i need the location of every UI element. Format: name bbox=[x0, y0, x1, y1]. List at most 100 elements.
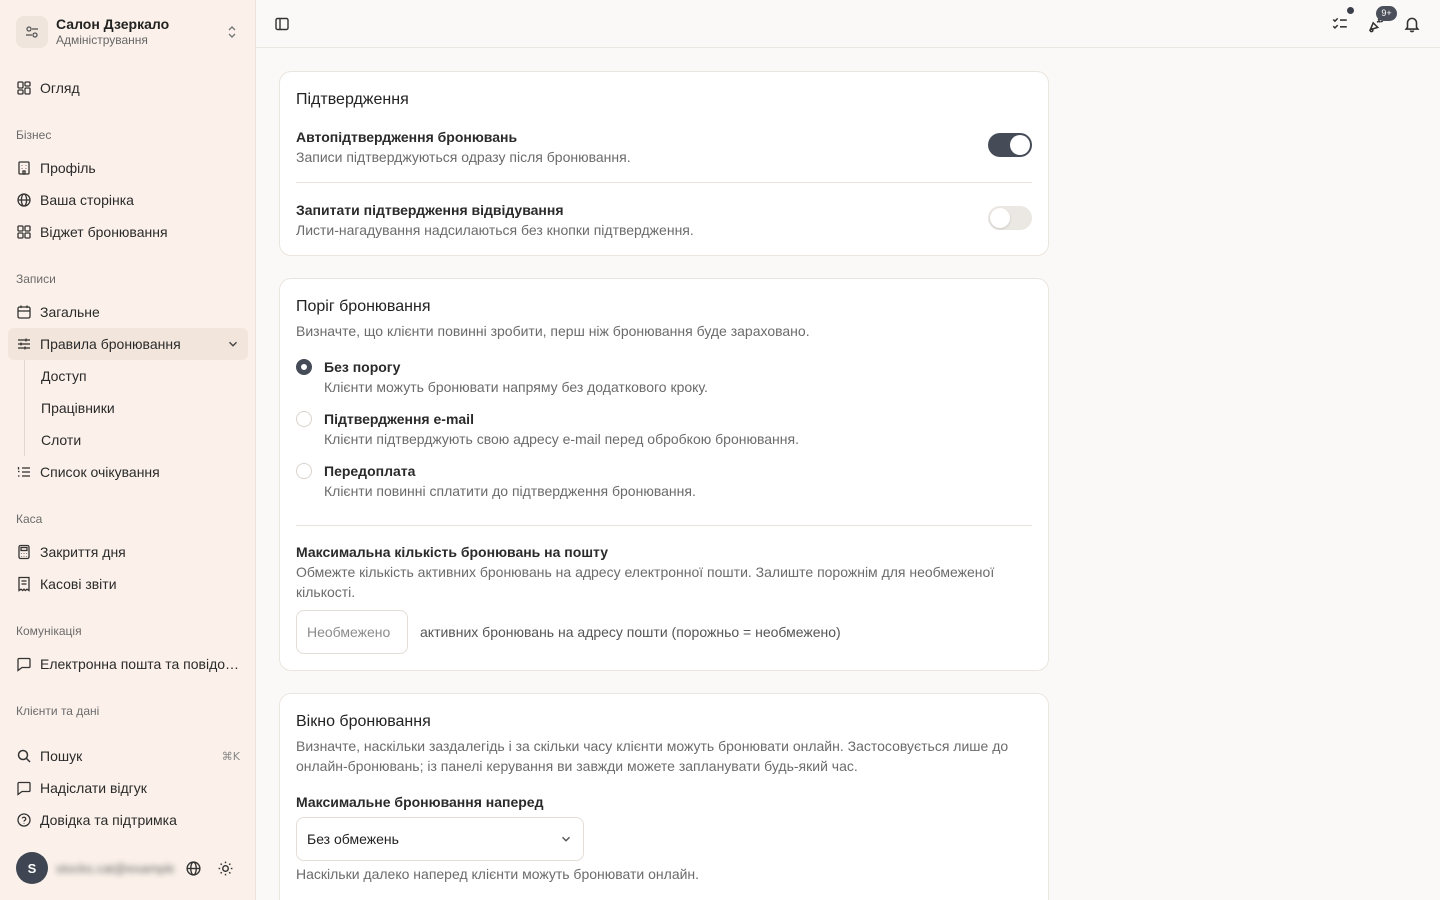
nav-booking-widget[interactable]: Віджет бронювання bbox=[8, 216, 248, 248]
threshold-option-desc: Клієнти можуть бронювати напряму без дод… bbox=[324, 379, 708, 395]
org-role: Адміністрування bbox=[56, 33, 148, 48]
max-per-email-input[interactable] bbox=[296, 610, 408, 654]
divider bbox=[296, 182, 1032, 183]
auto-confirm-title: Автопідтвердження бронювань bbox=[296, 129, 518, 145]
sun-icon[interactable] bbox=[212, 855, 238, 881]
nav-sub-staff[interactable]: Працівники bbox=[32, 392, 232, 424]
max-per-email-desc: Обмежте кількість активних бронювань на … bbox=[296, 564, 995, 600]
max-ahead-value: Без обмежень bbox=[307, 831, 399, 847]
globe-icon bbox=[16, 192, 32, 208]
avatar[interactable]: S bbox=[16, 852, 48, 884]
nav-booking-rules-label: Правила бронювання bbox=[40, 336, 181, 352]
dashboard-icon bbox=[16, 80, 32, 96]
nav-search[interactable]: Пошук ⌘K bbox=[8, 740, 248, 772]
org-logo-icon bbox=[16, 16, 48, 48]
toggle-knob bbox=[1010, 135, 1030, 155]
threshold-option-title[interactable]: Передоплата bbox=[324, 463, 415, 479]
building-icon bbox=[16, 160, 32, 176]
max-ahead-hint: Наскільки далеко наперед клієнти можуть … bbox=[296, 866, 700, 882]
nav-general[interactable]: Загальне bbox=[8, 296, 248, 328]
auto-confirm-desc: Записи підтверджуються одразу після брон… bbox=[296, 149, 631, 165]
nav-your-page[interactable]: Ваша сторінка bbox=[8, 184, 248, 216]
tasks-checklist-icon[interactable] bbox=[1326, 6, 1355, 38]
nav-booking-widget-label: Віджет бронювання bbox=[40, 224, 168, 240]
calculator-icon bbox=[16, 544, 32, 560]
booking-window-desc: Визначте, наскільки заздалегідь і за скі… bbox=[296, 738, 1009, 774]
group-label-cash: Каса bbox=[16, 512, 43, 526]
nav-booking-rules[interactable]: Правила бронювання bbox=[8, 328, 248, 360]
divider bbox=[296, 525, 1032, 526]
chevron-down-icon bbox=[559, 832, 573, 846]
threshold-card: Поріг бронювання Визначте, що клієнти по… bbox=[279, 278, 1049, 671]
nav-help[interactable]: Довідка та підтримка bbox=[8, 804, 248, 836]
nav-sub-slots[interactable]: Слоти bbox=[32, 424, 232, 456]
nav-help-label: Довідка та підтримка bbox=[40, 812, 177, 828]
nav-close-day-label: Закриття дня bbox=[40, 544, 126, 560]
threshold-desc: Визначте, що клієнти повинні зробити, пе… bbox=[296, 323, 810, 339]
nav-profile[interactable]: Профіль bbox=[8, 152, 248, 184]
nav-search-label: Пошук bbox=[40, 748, 83, 764]
group-label-business: Бізнес bbox=[16, 128, 52, 142]
search-icon bbox=[16, 748, 32, 764]
widget-grid-icon bbox=[16, 224, 32, 240]
topbar: 9+ bbox=[256, 0, 1440, 48]
threshold-option-desc: Клієнти підтверджують свою адресу e-mail… bbox=[324, 431, 799, 447]
feedback-icon bbox=[16, 780, 32, 796]
nav-general-label: Загальне bbox=[40, 304, 100, 320]
nav-your-page-label: Ваша сторінка bbox=[40, 192, 134, 208]
nav-email-notifications[interactable]: Електронна пошта та повідомлення bbox=[8, 648, 248, 680]
chevron-down-icon bbox=[226, 337, 240, 351]
nav-sub-access[interactable]: Доступ bbox=[32, 360, 232, 392]
updates-icon[interactable]: 9+ bbox=[1362, 6, 1397, 38]
nav-profile-label: Профіль bbox=[40, 160, 96, 176]
sliders-icon bbox=[16, 336, 32, 352]
language-globe-icon[interactable] bbox=[180, 855, 206, 881]
updates-badge: 9+ bbox=[1376, 6, 1397, 21]
group-label-clients: Клієнти та дані bbox=[16, 704, 100, 718]
nav-email-notifications-label: Електронна пошта та повідомлення bbox=[40, 656, 240, 672]
user-menu: S stocks.cat@example.com bbox=[16, 852, 248, 884]
help-circle-icon bbox=[16, 812, 32, 828]
search-shortcut: ⌘K bbox=[221, 749, 240, 763]
toggle-knob bbox=[990, 208, 1010, 228]
nav-waitlist-label: Список очікування bbox=[40, 464, 160, 480]
threshold-option-title[interactable]: Підтвердження e-mail bbox=[324, 411, 474, 427]
threshold-option-radio[interactable] bbox=[296, 359, 312, 375]
attendance-confirm-title: Запитати підтвердження відвідування bbox=[296, 202, 564, 218]
receipt-icon bbox=[16, 576, 32, 592]
max-ahead-select[interactable]: Без обмежень bbox=[296, 817, 584, 861]
nav-close-day[interactable]: Закриття дня bbox=[8, 536, 248, 568]
threshold-option-radio[interactable] bbox=[296, 463, 312, 479]
calendar-icon bbox=[16, 304, 32, 320]
nav-overview[interactable]: Огляд bbox=[8, 72, 248, 104]
threshold-option-radio[interactable] bbox=[296, 411, 312, 427]
sidebar-toggle-icon[interactable] bbox=[268, 10, 296, 38]
threshold-option-desc: Клієнти повинні сплатити до підтвердженн… bbox=[324, 483, 696, 499]
nav-waitlist[interactable]: Список очікування bbox=[8, 456, 248, 488]
max-ahead-label: Максимальне бронювання наперед bbox=[296, 794, 544, 810]
list-ordered-icon bbox=[16, 464, 32, 480]
confirmation-title: Підтвердження bbox=[296, 91, 409, 108]
max-per-email-note: активних бронювань на адресу пошти (поро… bbox=[420, 624, 841, 640]
chevrons-up-down-icon bbox=[224, 24, 240, 40]
org-name: Салон Дзеркало bbox=[56, 16, 170, 33]
nav-send-feedback-label: Надіслати відгук bbox=[40, 780, 147, 796]
submenu-line bbox=[24, 360, 25, 456]
group-label-bookings: Записи bbox=[16, 272, 56, 286]
group-label-communication: Комунікація bbox=[16, 624, 82, 638]
attendance-confirm-toggle[interactable] bbox=[988, 206, 1032, 230]
nav-cash-reports[interactable]: Касові звіти bbox=[8, 568, 248, 600]
nav-overview-label: Огляд bbox=[40, 80, 80, 96]
nav-cash-reports-label: Касові звіти bbox=[40, 576, 117, 592]
user-email: stocks.cat@example.com bbox=[56, 860, 174, 876]
threshold-title: Поріг бронювання bbox=[296, 298, 431, 315]
org-switcher[interactable]: Салон Дзеркало Адміністрування bbox=[8, 8, 248, 56]
sidebar: Салон Дзеркало Адміністрування Огляд Біз… bbox=[0, 0, 256, 900]
bell-icon[interactable] bbox=[1398, 10, 1426, 38]
nav-send-feedback[interactable]: Надіслати відгук bbox=[8, 772, 248, 804]
auto-confirm-toggle[interactable] bbox=[988, 133, 1032, 157]
confirmation-card: Підтвердження Автопідтвердження бронюван… bbox=[279, 71, 1049, 256]
message-square-icon bbox=[16, 656, 32, 672]
threshold-option-title[interactable]: Без порогу bbox=[324, 359, 400, 375]
attendance-confirm-desc: Листи-нагадування надсилаються без кнопк… bbox=[296, 222, 694, 238]
